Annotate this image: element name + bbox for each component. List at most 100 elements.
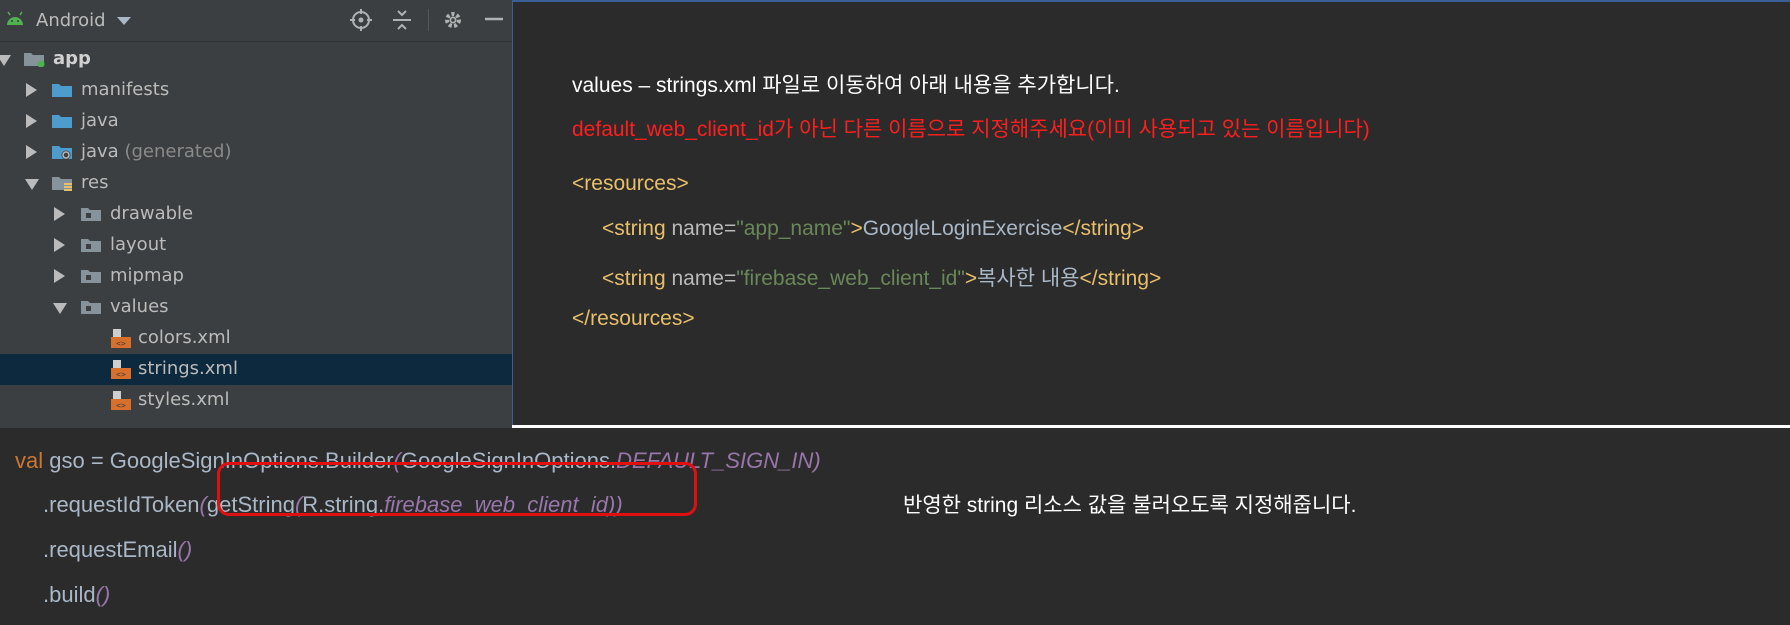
locate-icon[interactable] bbox=[349, 8, 373, 32]
module-folder-icon bbox=[24, 53, 45, 67]
xml-bracket: > bbox=[964, 267, 978, 290]
xml-tag: string bbox=[614, 267, 666, 290]
xml-attr: name= bbox=[665, 217, 737, 240]
tree-item-layout[interactable]: layout bbox=[0, 230, 512, 261]
code-line-4: .build() bbox=[43, 582, 110, 608]
hide-icon[interactable] bbox=[482, 8, 506, 32]
xml-bracket: < bbox=[572, 172, 585, 195]
tree-item-styles-xml[interactable]: <> styles.xml bbox=[0, 385, 512, 416]
xml-line-app-name: <string name="app_name" > GoogleLoginExerc… bbox=[602, 217, 1144, 241]
keyword: val bbox=[15, 448, 44, 473]
xml-bracket: > bbox=[1149, 267, 1162, 290]
folder-icon bbox=[81, 208, 101, 221]
chevron-down-icon[interactable] bbox=[117, 17, 131, 25]
tree-item-label: manifests bbox=[81, 79, 170, 100]
folder-icon bbox=[81, 270, 101, 283]
svg-text:<>: <> bbox=[116, 401, 126, 410]
xml-bracket: < bbox=[602, 217, 615, 240]
xml-file-icon: <> bbox=[111, 360, 131, 379]
folder-icon bbox=[81, 301, 101, 314]
xml-value: "firebase_web_client_id" bbox=[736, 267, 965, 290]
chevron-right-icon[interactable] bbox=[54, 207, 65, 221]
tree-item-label: res bbox=[81, 172, 109, 193]
tree-item-label: mipmap bbox=[110, 265, 184, 286]
xml-file-icon: <> bbox=[111, 329, 131, 348]
xml-bracket: > bbox=[682, 307, 695, 330]
tree-item-java[interactable]: java bbox=[0, 106, 512, 137]
tree-item-label: app bbox=[53, 48, 91, 69]
xml-tag: string bbox=[1097, 267, 1149, 290]
xml-tag: string bbox=[614, 217, 666, 240]
folder-icon bbox=[52, 115, 72, 128]
annotation-note: 반영한 string 리소스 값을 불러오도록 지정해줍니다. bbox=[903, 494, 1357, 517]
folder-icon bbox=[81, 239, 101, 252]
code-text: .build bbox=[43, 582, 96, 607]
tree-item-label: drawable bbox=[110, 203, 194, 224]
resources-folder-icon bbox=[52, 177, 72, 191]
xml-file-icon: <> bbox=[111, 391, 131, 410]
tree-item-colors-xml[interactable]: <> colors.xml bbox=[0, 323, 512, 354]
tree-item-label: colors.xml bbox=[138, 327, 231, 348]
tree-item-strings-xml[interactable]: <> strings.xml bbox=[0, 354, 512, 385]
code-text: .requestIdToken bbox=[43, 492, 200, 517]
tree-item-label: styles.xml bbox=[138, 389, 230, 410]
highlight-box bbox=[217, 462, 697, 516]
settings-icon[interactable] bbox=[441, 8, 465, 32]
tree-item-java-generated[interactable]: java (generated) bbox=[0, 137, 512, 168]
tree-item-res[interactable]: res bbox=[0, 168, 512, 199]
xml-bracket: > bbox=[676, 172, 689, 195]
chevron-right-icon[interactable] bbox=[54, 238, 65, 252]
xml-bracket: > bbox=[1131, 217, 1145, 240]
xml-text: 복사한 내용 bbox=[977, 267, 1080, 290]
xml-line-client-id: <string name="firebase_web_client_id">복사… bbox=[602, 262, 1161, 292]
collapse-all-icon[interactable] bbox=[390, 8, 414, 32]
tree-item-label: layout bbox=[110, 234, 167, 255]
tree-item-label: java (generated) bbox=[81, 141, 231, 162]
xml-line-resources-open: <resources> bbox=[572, 172, 689, 196]
tree-item-suffix: (generated) bbox=[124, 141, 232, 162]
warning-text: default_web_client_id가 아닌 다른 이름으로 지정해주세요… bbox=[572, 118, 1370, 141]
xml-bracket: </ bbox=[1079, 267, 1098, 290]
chevron-right-icon[interactable] bbox=[26, 145, 37, 159]
instruction-panel: values – strings.xml 파일로 이동하여 아래 내용을 추가합… bbox=[512, 0, 1790, 425]
tree-item-label: strings.xml bbox=[138, 358, 238, 379]
chevron-down-icon[interactable] bbox=[0, 55, 11, 66]
tree-item-app[interactable]: app bbox=[0, 44, 512, 75]
svg-text:<>: <> bbox=[116, 339, 126, 348]
project-view-selector[interactable]: Android bbox=[36, 10, 106, 31]
project-panel-header: Android bbox=[0, 0, 512, 42]
tree-item-values[interactable]: values bbox=[0, 292, 512, 323]
svg-text:<>: <> bbox=[116, 370, 126, 379]
xml-tag: resources bbox=[584, 172, 677, 195]
generated-folder-icon bbox=[52, 146, 72, 160]
xml-tag: resources bbox=[590, 307, 683, 330]
chevron-right-icon[interactable] bbox=[26, 114, 37, 128]
project-panel: Android app manifests java java (generat… bbox=[0, 0, 512, 428]
chevron-right-icon[interactable] bbox=[26, 83, 37, 97]
tree-item-manifests[interactable]: manifests bbox=[0, 75, 512, 106]
tree-item-drawable[interactable]: drawable bbox=[0, 199, 512, 230]
folder-icon bbox=[52, 84, 72, 97]
tree-item-label: values bbox=[110, 296, 169, 317]
chevron-right-icon[interactable] bbox=[54, 269, 65, 283]
code-line-3: .requestEmail() bbox=[43, 537, 192, 563]
code-paren: ) bbox=[813, 448, 821, 473]
tree-item-name: java bbox=[81, 141, 119, 162]
xml-line-resources-close: </resources> bbox=[572, 307, 695, 331]
chevron-down-icon[interactable] bbox=[53, 303, 67, 314]
xml-text: GoogleLoginExercise bbox=[862, 217, 1063, 240]
code-editor: val gso = GoogleSignInOptions.Builder(Go… bbox=[0, 428, 1790, 625]
code-text: .requestEmail bbox=[43, 537, 178, 562]
tree-item-label: java bbox=[81, 110, 119, 131]
xml-bracket: </ bbox=[572, 307, 591, 330]
code-paren: ( bbox=[199, 492, 207, 517]
xml-bracket: < bbox=[602, 267, 615, 290]
code-paren: () bbox=[177, 537, 193, 562]
instruction-text: values – strings.xml 파일로 이동하여 아래 내용을 추가합… bbox=[572, 74, 1120, 97]
tree-item-mipmap[interactable]: mipmap bbox=[0, 261, 512, 292]
chevron-down-icon[interactable] bbox=[25, 179, 39, 190]
code-paren: () bbox=[95, 582, 111, 607]
xml-bracket: </ bbox=[1062, 217, 1081, 240]
xml-attr: name= bbox=[665, 267, 737, 290]
xml-value: "app_name" bbox=[736, 217, 851, 240]
